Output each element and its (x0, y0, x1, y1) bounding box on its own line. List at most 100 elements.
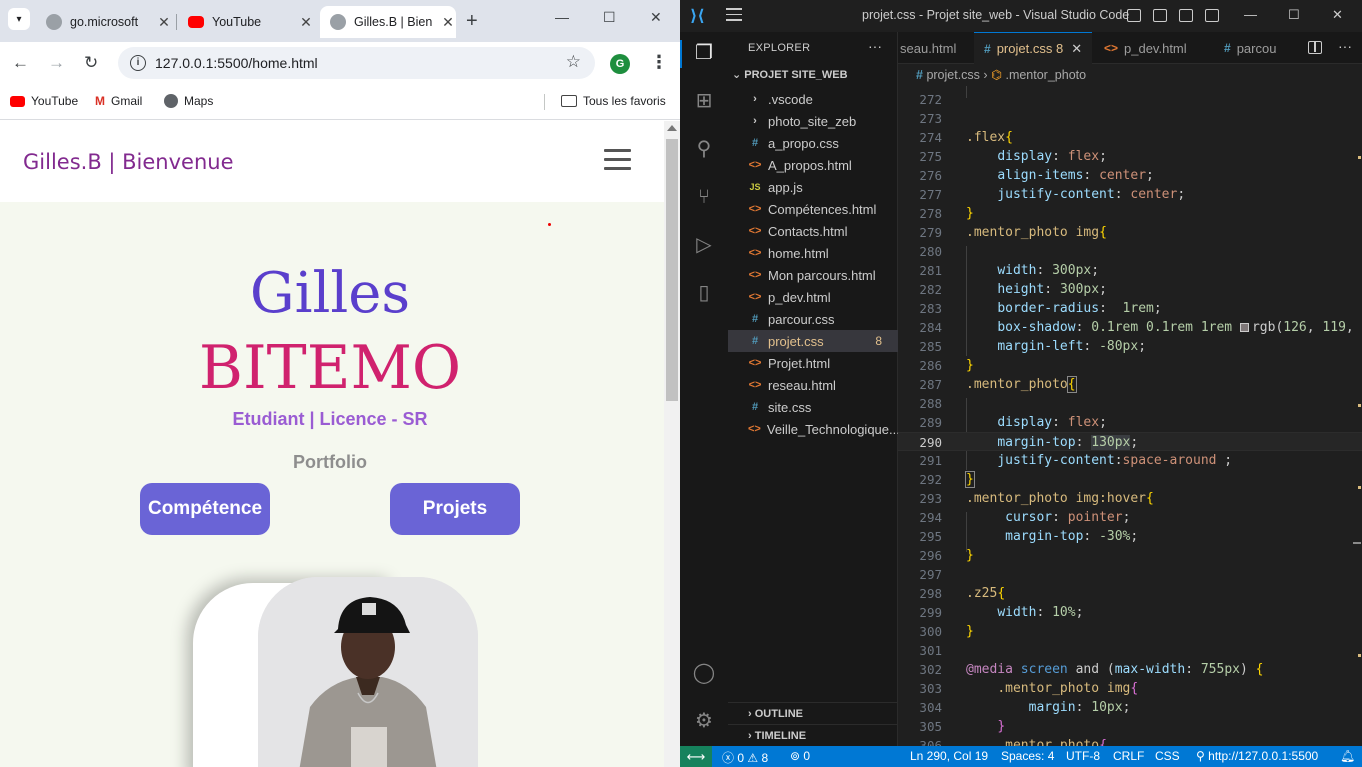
tab-projet-css[interactable]: # projet.css 8 ✕ (974, 32, 1092, 64)
close-window-button[interactable]: ✕ (650, 9, 662, 26)
toggle-sidebar-icon[interactable] (1127, 9, 1141, 22)
extensions-grid-icon[interactable]: ⊞ (692, 89, 716, 113)
all-bookmarks[interactable]: Tous les favoris (561, 94, 666, 108)
language-mode[interactable]: CSS (1155, 749, 1180, 763)
code-line: 276 align-items: center; (919, 168, 1154, 183)
file-a-propo-css[interactable]: # a_propo.css (728, 132, 898, 154)
explorer-icon[interactable]: ❐ (692, 41, 716, 65)
bookmark-gmail[interactable]: M Gmail (95, 94, 142, 108)
tab-reseau[interactable]: seau.html (890, 32, 974, 64)
tab-parcour[interactable]: # parcou (1214, 32, 1294, 64)
file-app-js[interactable]: JS app.js (728, 176, 898, 198)
url-text[interactable]: 127.0.0.1:5500/home.html (155, 55, 318, 71)
line-ending[interactable]: CRLF (1113, 749, 1144, 763)
reload-button[interactable]: ↻ (84, 53, 98, 73)
new-tab-button[interactable]: + (466, 10, 478, 33)
more-actions-icon[interactable]: ··· (868, 38, 882, 54)
file-competences-html[interactable]: <> Compétences.html (728, 198, 898, 220)
file-a-propos-html[interactable]: <> A_propos.html (728, 154, 898, 176)
source-control-icon[interactable]: ⑂ (692, 185, 716, 209)
maximize-button[interactable]: ☐ (1288, 7, 1300, 23)
file-projet-html[interactable]: <> Projet.html (728, 352, 898, 374)
chevron-right-icon: › (983, 68, 992, 82)
run-debug-icon[interactable]: ▷ (692, 233, 716, 257)
scroll-thumb[interactable] (666, 139, 678, 401)
more-actions-icon[interactable]: ··· (1338, 38, 1352, 54)
file-reseau-html[interactable]: <> reseau.html (728, 374, 898, 396)
encoding[interactable]: UTF-8 (1066, 749, 1100, 763)
close-icon[interactable]: ✕ (156, 14, 172, 31)
menu-icon[interactable] (726, 8, 742, 25)
indentation[interactable]: Spaces: 4 (1001, 749, 1054, 763)
profile-avatar[interactable]: G (610, 54, 630, 74)
breadcrumb-file[interactable]: projet.css (926, 68, 980, 82)
remote-explorer-icon[interactable]: ▯ (692, 281, 716, 305)
tab-gilles[interactable]: Gilles.B | Bien ✕ (320, 6, 456, 38)
toggle-panel-icon[interactable] (1153, 9, 1167, 22)
ports-indicator[interactable]: ⊚ 0 (790, 749, 810, 763)
tab-p-dev[interactable]: <> p_dev.html (1094, 32, 1212, 64)
split-editor-icon[interactable] (1308, 41, 1322, 54)
file-home-html[interactable]: <> home.html (728, 242, 898, 264)
breadcrumb-symbol[interactable]: .mentor_photo (1005, 68, 1086, 82)
html-file-icon: <> (748, 379, 762, 391)
back-button[interactable]: ← (12, 53, 29, 73)
page-scrollbar[interactable] (664, 121, 680, 767)
tab-microsoft[interactable]: go.microsoft ✕ (36, 6, 172, 38)
notifications-bell-icon[interactable]: 🔔︎ (1340, 749, 1355, 763)
bookmark-youtube[interactable]: YouTube (10, 94, 78, 108)
close-icon[interactable]: ✕ (1071, 41, 1082, 57)
minimize-button[interactable]: — (555, 9, 569, 25)
customize-layout-icon[interactable] (1205, 9, 1219, 22)
problems-indicator[interactable]: ⓧ 0 ⚠ 8 (722, 749, 768, 766)
scroll-up-icon[interactable] (667, 125, 677, 131)
folder-vscode[interactable]: › .vscode (728, 88, 898, 110)
file-parcour-css[interactable]: # parcour.css (728, 308, 898, 330)
explorer-title: EXPLORER (748, 42, 811, 54)
code-line: 286} (919, 358, 974, 373)
file-p-dev-html[interactable]: <> p_dev.html (728, 286, 898, 308)
live-server[interactable]: ⚲ http://127.0.0.1:5500 (1196, 749, 1318, 763)
minimize-button[interactable]: — (1244, 7, 1257, 22)
file-site-css[interactable]: # site.css (728, 396, 898, 418)
code-line: 281 width: 300px; (919, 263, 1100, 278)
project-folder[interactable]: ⌄ PROJET SITE_WEB (732, 68, 848, 81)
chevron-right-icon: › (753, 93, 757, 105)
file-veille-html[interactable]: <> Veille_Technologique.... (728, 418, 903, 440)
forward-button[interactable]: → (48, 53, 65, 73)
address-bar[interactable]: i 127.0.0.1:5500/home.html ☆ (118, 47, 595, 79)
hero-subtitle: Etudiant | Licence - SR (232, 409, 428, 429)
html-file-icon: <> (748, 291, 762, 303)
tab-youtube[interactable]: YouTube ✕ (178, 6, 314, 38)
tab-strip: ▾ go.microsoft ✕ YouTube ✕ Gilles.B | Bi… (0, 0, 680, 42)
close-icon[interactable]: ✕ (440, 14, 456, 31)
menu-icon[interactable]: ⋮ (650, 52, 668, 73)
search-icon[interactable]: ⚲ (692, 137, 716, 161)
cursor-position[interactable]: Ln 290, Col 19 (910, 749, 988, 763)
file-projet-css[interactable]: # projet.css 8 (728, 330, 898, 352)
hamburger-menu-icon[interactable] (604, 149, 631, 176)
toggle-secondary-sidebar-icon[interactable] (1179, 9, 1193, 22)
file-contacts-html[interactable]: <> Contacts.html (728, 220, 898, 242)
star-icon[interactable]: ☆ (566, 52, 581, 72)
gear-icon[interactable]: ⚙ (692, 709, 716, 733)
close-window-button[interactable]: ✕ (1332, 7, 1343, 23)
close-icon[interactable]: ✕ (298, 14, 314, 31)
site-brand[interactable]: Gilles.B | Bienvenue (23, 150, 234, 174)
bookmark-maps[interactable]: Maps (164, 94, 213, 108)
html-file-icon: <> (748, 357, 762, 369)
tab-search-button[interactable]: ▾ (8, 8, 30, 30)
code-line: 288 (919, 396, 942, 411)
account-icon[interactable]: ◯ (692, 661, 716, 685)
timeline-section[interactable]: › TIMELINE (728, 724, 898, 746)
projets-button[interactable]: Projets (390, 483, 520, 535)
info-icon[interactable]: i (130, 55, 146, 71)
competence-button[interactable]: Compétence (140, 483, 270, 535)
code-editor[interactable]: 272 273 274 .flex{ 275 display: flex; 276… (898, 86, 1362, 753)
maximize-button[interactable]: ☐ (603, 9, 616, 26)
outline-section[interactable]: › OUTLINE (728, 702, 898, 724)
remote-icon[interactable]: ⟷ (680, 746, 712, 767)
globe-icon (164, 94, 178, 108)
file-mon-parcours-html[interactable]: <> Mon parcours.html (728, 264, 898, 286)
folder-photo[interactable]: › photo_site_zeb (728, 110, 898, 132)
